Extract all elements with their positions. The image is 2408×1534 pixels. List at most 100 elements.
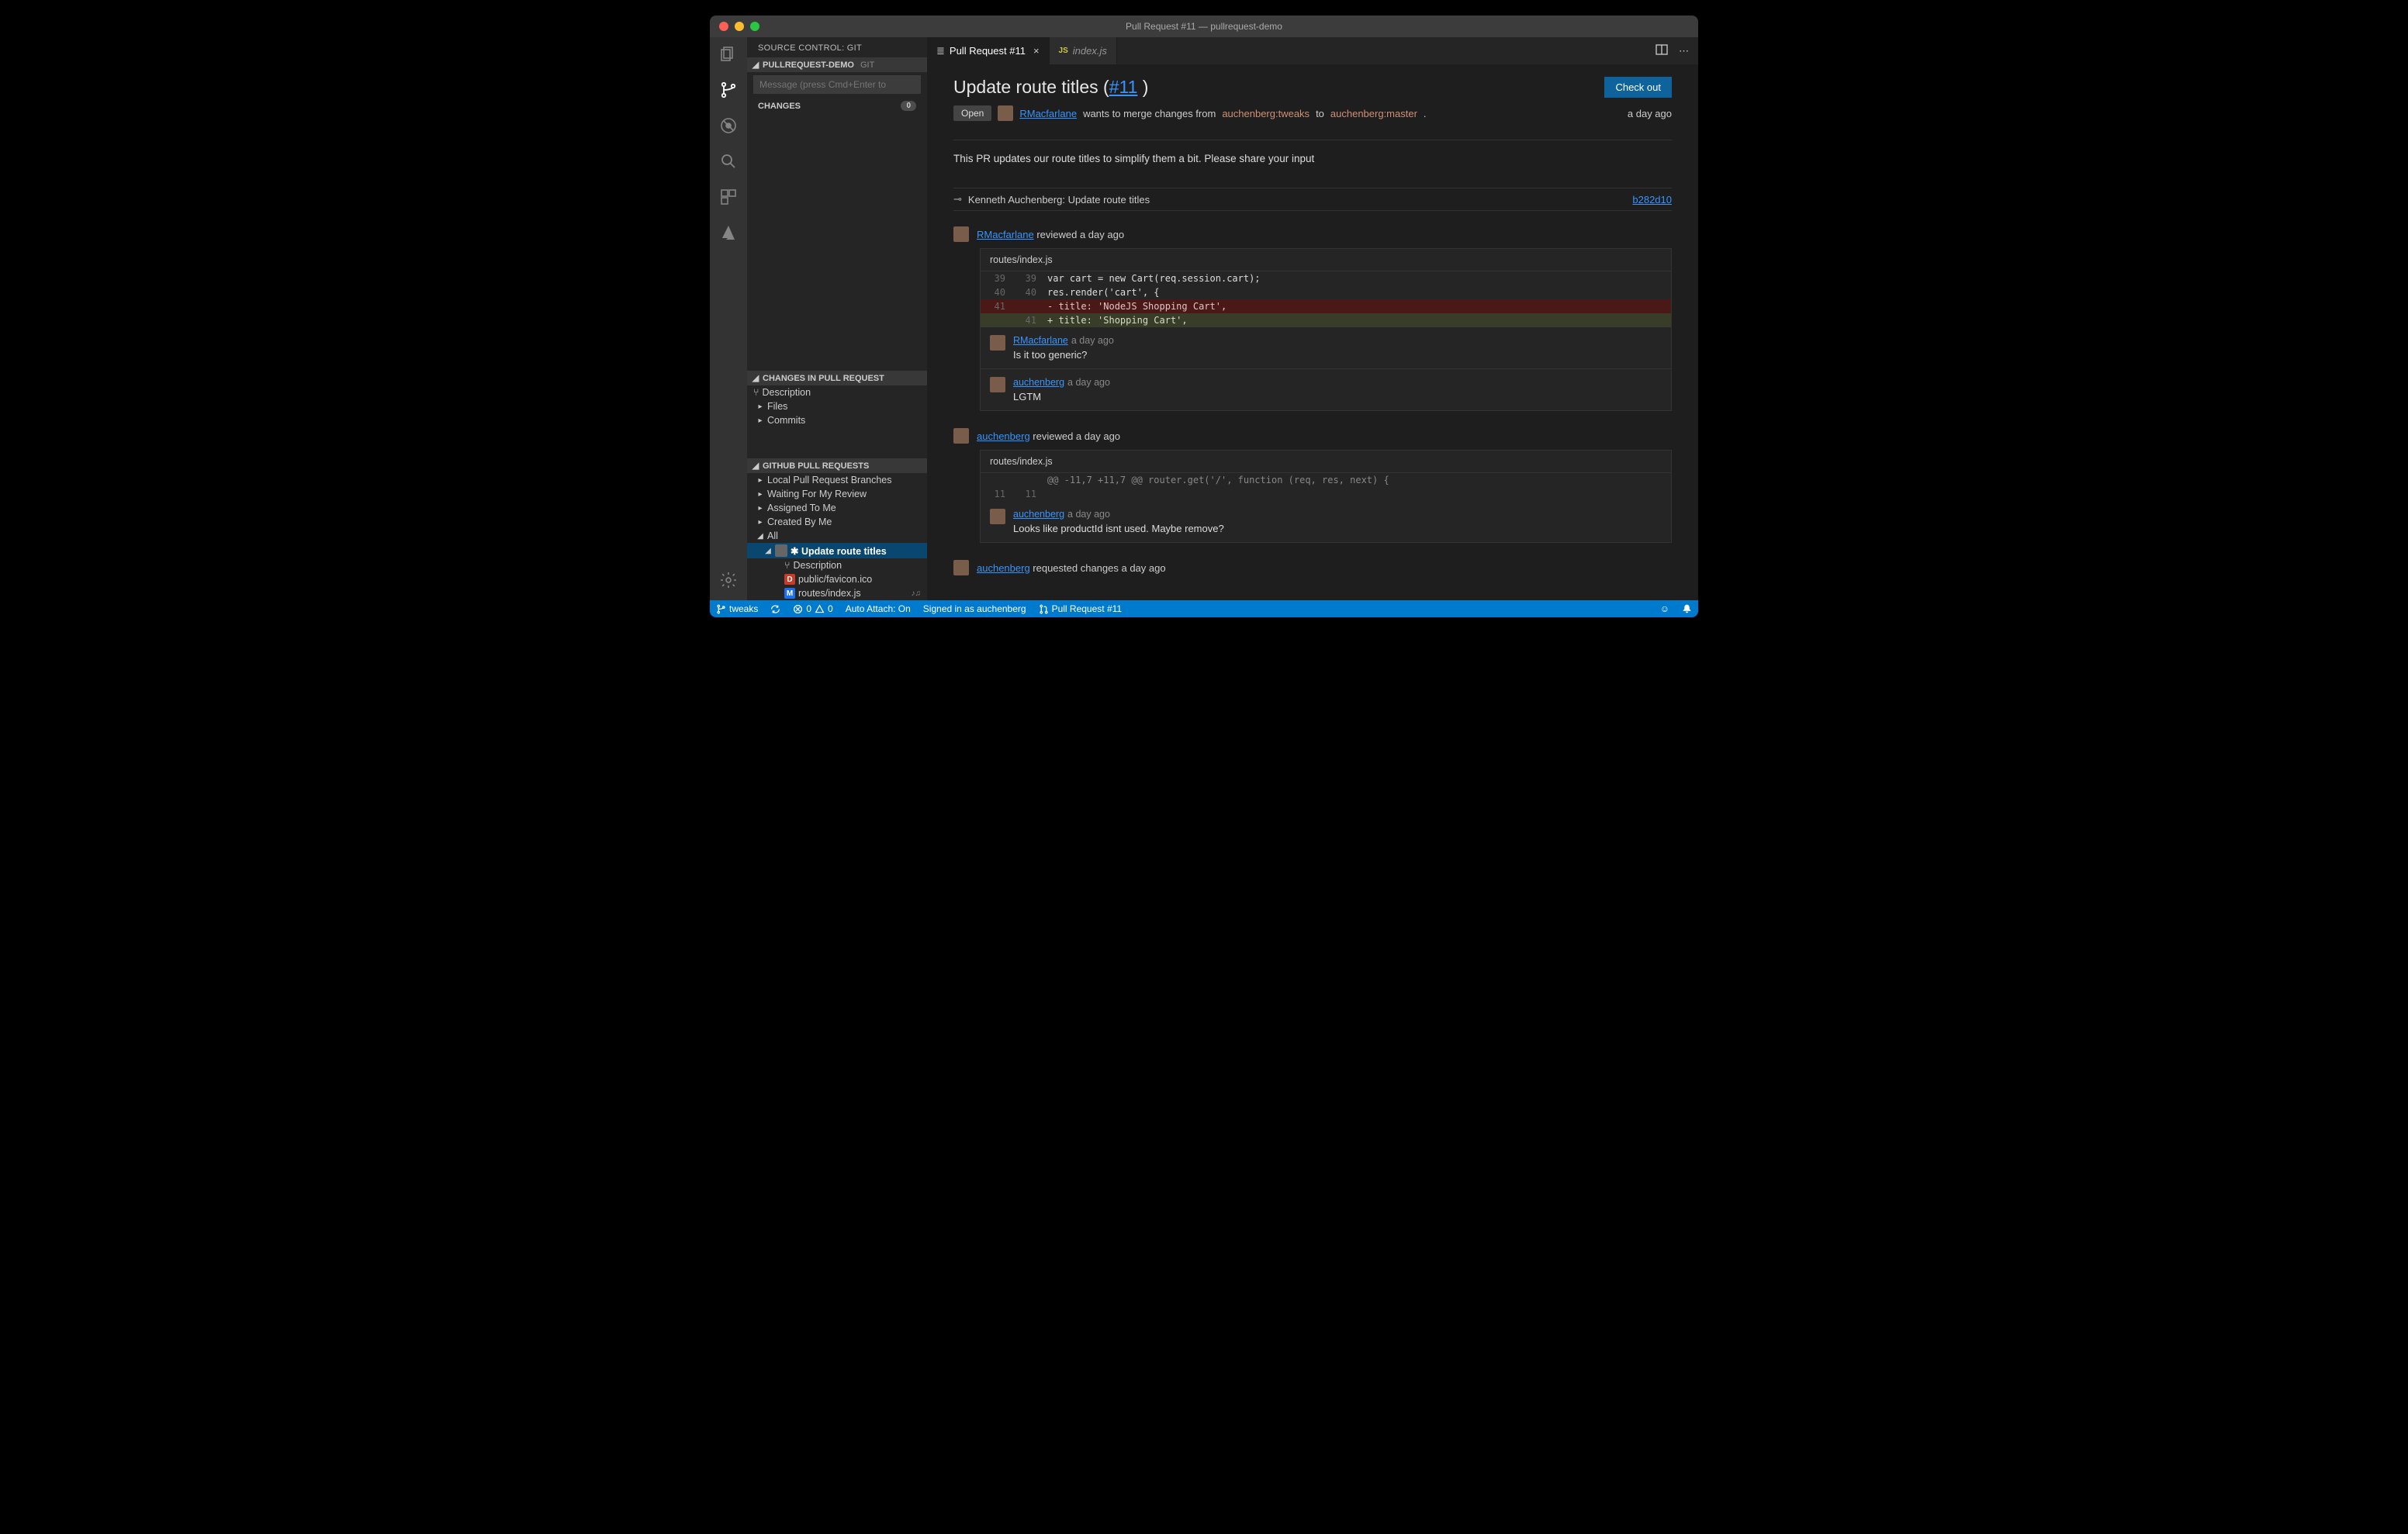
- gh-created[interactable]: ▸Created By Me: [747, 515, 927, 529]
- diff-line: 1111: [981, 487, 1671, 501]
- sidebar-title: SOURCE CONTROL: GIT: [747, 37, 927, 57]
- diff-line: 3939var cart = new Cart(req.session.cart…: [981, 271, 1671, 285]
- maximize-window[interactable]: [750, 22, 759, 31]
- review-box-2: routes/index.js @@ -11,7 +11,7 @@ router…: [980, 450, 1672, 543]
- debug-icon[interactable]: [718, 115, 739, 136]
- music-icon: ♪♫: [912, 589, 922, 598]
- tab-pull-request[interactable]: ≣Pull Request #11×: [927, 37, 1050, 64]
- titlebar: Pull Request #11 — pullrequest-demo: [710, 16, 1698, 37]
- reviewer-link[interactable]: RMacfarlane: [977, 229, 1034, 240]
- split-editor-icon[interactable]: [1656, 43, 1668, 58]
- sb-branch[interactable]: tweaks: [710, 600, 764, 617]
- source-control-icon[interactable]: [718, 79, 739, 101]
- gh-sub-favicon[interactable]: Dpublic/favicon.ico: [747, 572, 927, 586]
- status-bar: tweaks 00 Auto Attach: On Signed in as a…: [710, 600, 1698, 617]
- pr-subheader: Open RMacfarlane wants to merge changes …: [953, 105, 1672, 121]
- avatar: [953, 428, 969, 444]
- list-icon: ≣: [936, 45, 945, 57]
- review-file: routes/index.js: [981, 249, 1671, 271]
- commit-row: ⊸ Kenneth Auchenberg: Update route title…: [953, 188, 1672, 211]
- review-event-1: RMacfarlane reviewed a day ago: [953, 226, 1672, 242]
- vscode-window: Pull Request #11 — pullrequest-demo SOUR…: [710, 16, 1698, 617]
- sb-pr[interactable]: Pull Request #11: [1033, 600, 1129, 617]
- pr-author-link[interactable]: RMacfarlane: [1019, 108, 1077, 119]
- pr-description-item[interactable]: ⑂Description: [747, 385, 927, 399]
- gh-local[interactable]: ▸Local Pull Request Branches: [747, 473, 927, 487]
- changes-header[interactable]: CHANGES0: [747, 97, 927, 115]
- sb-problems[interactable]: 00: [787, 600, 839, 617]
- sb-bell-icon[interactable]: [1676, 603, 1698, 613]
- pr-title: Update route titles (#11 ): [953, 77, 1148, 98]
- commit-message-input[interactable]: [753, 75, 921, 94]
- review-box-1: routes/index.js 3939var cart = new Cart(…: [980, 248, 1672, 411]
- sb-auto-attach[interactable]: Auto Attach: On: [839, 600, 917, 617]
- avatar-icon: [775, 544, 787, 557]
- comment-author-link[interactable]: auchenberg: [1013, 377, 1064, 388]
- explorer-icon[interactable]: [718, 43, 739, 65]
- sb-signed-in[interactable]: Signed in as auchenberg: [917, 600, 1033, 617]
- tab-bar: ≣Pull Request #11× JSindex.js ⋯: [927, 37, 1698, 64]
- gh-assigned[interactable]: ▸Assigned To Me: [747, 501, 927, 515]
- reviewer-link[interactable]: auchenberg: [977, 562, 1030, 574]
- gh-sub-desc[interactable]: ⑂Description: [747, 558, 927, 572]
- diff-line: 4040res.render('cart', {: [981, 285, 1671, 299]
- gh-waiting[interactable]: ▸Waiting For My Review: [747, 487, 927, 501]
- comment-author-link[interactable]: auchenberg: [1013, 509, 1064, 520]
- editor-area: ≣Pull Request #11× JSindex.js ⋯ Update r…: [927, 37, 1698, 600]
- github-pr-panel[interactable]: ◢GITHUB PULL REQUESTS: [747, 458, 927, 473]
- gh-all[interactable]: ◢All: [747, 529, 927, 543]
- avatar: [990, 377, 1005, 392]
- changes-count-badge: 0: [901, 101, 916, 111]
- close-tab-icon[interactable]: ×: [1033, 45, 1040, 57]
- window-title: Pull Request #11 — pullrequest-demo: [710, 21, 1698, 32]
- extensions-icon[interactable]: [718, 186, 739, 208]
- avatar: [998, 105, 1013, 121]
- pr-changes-panel[interactable]: ◢CHANGES IN PULL REQUEST: [747, 371, 927, 385]
- azure-icon[interactable]: [718, 222, 739, 244]
- more-icon[interactable]: ⋯: [1679, 45, 1689, 57]
- branch-from: auchenberg:tweaks: [1222, 108, 1310, 119]
- review-comment: RMacfarlanea day agoIs it too generic?: [981, 327, 1671, 368]
- tab-indexjs[interactable]: JSindex.js: [1050, 37, 1117, 64]
- minimize-window[interactable]: [735, 22, 744, 31]
- tab-actions: ⋯: [1646, 37, 1698, 64]
- commit-icon: ⊸: [953, 193, 962, 206]
- avatar: [953, 560, 969, 575]
- pr-time: a day ago: [1628, 108, 1672, 119]
- pr-files-item[interactable]: ▸Files: [747, 399, 927, 413]
- pr-content: Update route titles (#11 ) Check out Ope…: [927, 64, 1698, 600]
- pr-number-link[interactable]: #11: [1109, 77, 1138, 97]
- avatar: [990, 335, 1005, 351]
- gh-sub-routes[interactable]: Mroutes/index.js♪♫: [747, 586, 927, 600]
- diff-hunk: @@ -11,7 +11,7 @@ router.get('/', functi…: [981, 473, 1671, 487]
- review-event-3: auchenberg requested changes a day ago: [953, 560, 1672, 575]
- search-icon[interactable]: [718, 150, 739, 172]
- sb-sync[interactable]: [764, 600, 787, 617]
- review-comment: auchenberga day agoLooks like productId …: [981, 501, 1671, 542]
- close-window[interactable]: [719, 22, 728, 31]
- timeline: RMacfarlane reviewed a day ago routes/in…: [953, 226, 1672, 575]
- repo-header[interactable]: ◢PULLREQUEST-DEMOGIT: [747, 57, 927, 72]
- pr-header: Update route titles (#11 ) Check out: [953, 77, 1672, 98]
- avatar: [953, 226, 969, 242]
- review-comment: auchenberga day agoLGTM: [981, 368, 1671, 410]
- sidebar: SOURCE CONTROL: GIT ◢PULLREQUEST-DEMOGIT…: [747, 37, 927, 600]
- review-file: routes/index.js: [981, 451, 1671, 473]
- pr-state-badge: Open: [953, 105, 991, 121]
- checkout-button[interactable]: Check out: [1604, 77, 1672, 98]
- reviewer-link[interactable]: auchenberg: [977, 430, 1030, 442]
- deleted-badge: D: [784, 574, 795, 585]
- commit-sha-link[interactable]: b282d10: [1632, 194, 1672, 206]
- comment-author-link[interactable]: RMacfarlane: [1013, 335, 1068, 346]
- diff-line-del: 41- title: 'NodeJS Shopping Cart',: [981, 299, 1671, 313]
- window-body: SOURCE CONTROL: GIT ◢PULLREQUEST-DEMOGIT…: [710, 37, 1698, 600]
- review-event-2: auchenberg reviewed a day ago: [953, 428, 1672, 444]
- pr-description: This PR updates our route titles to simp…: [953, 153, 1672, 164]
- pr-commits-item[interactable]: ▸Commits: [747, 413, 927, 427]
- js-icon: JS: [1059, 47, 1068, 55]
- avatar: [990, 509, 1005, 524]
- branch-to: auchenberg:master: [1330, 108, 1417, 119]
- settings-gear-icon[interactable]: [718, 569, 739, 591]
- gh-pr-selected[interactable]: ◢✱ Update route titles: [747, 543, 927, 558]
- sb-feedback-icon[interactable]: ☺: [1654, 603, 1676, 614]
